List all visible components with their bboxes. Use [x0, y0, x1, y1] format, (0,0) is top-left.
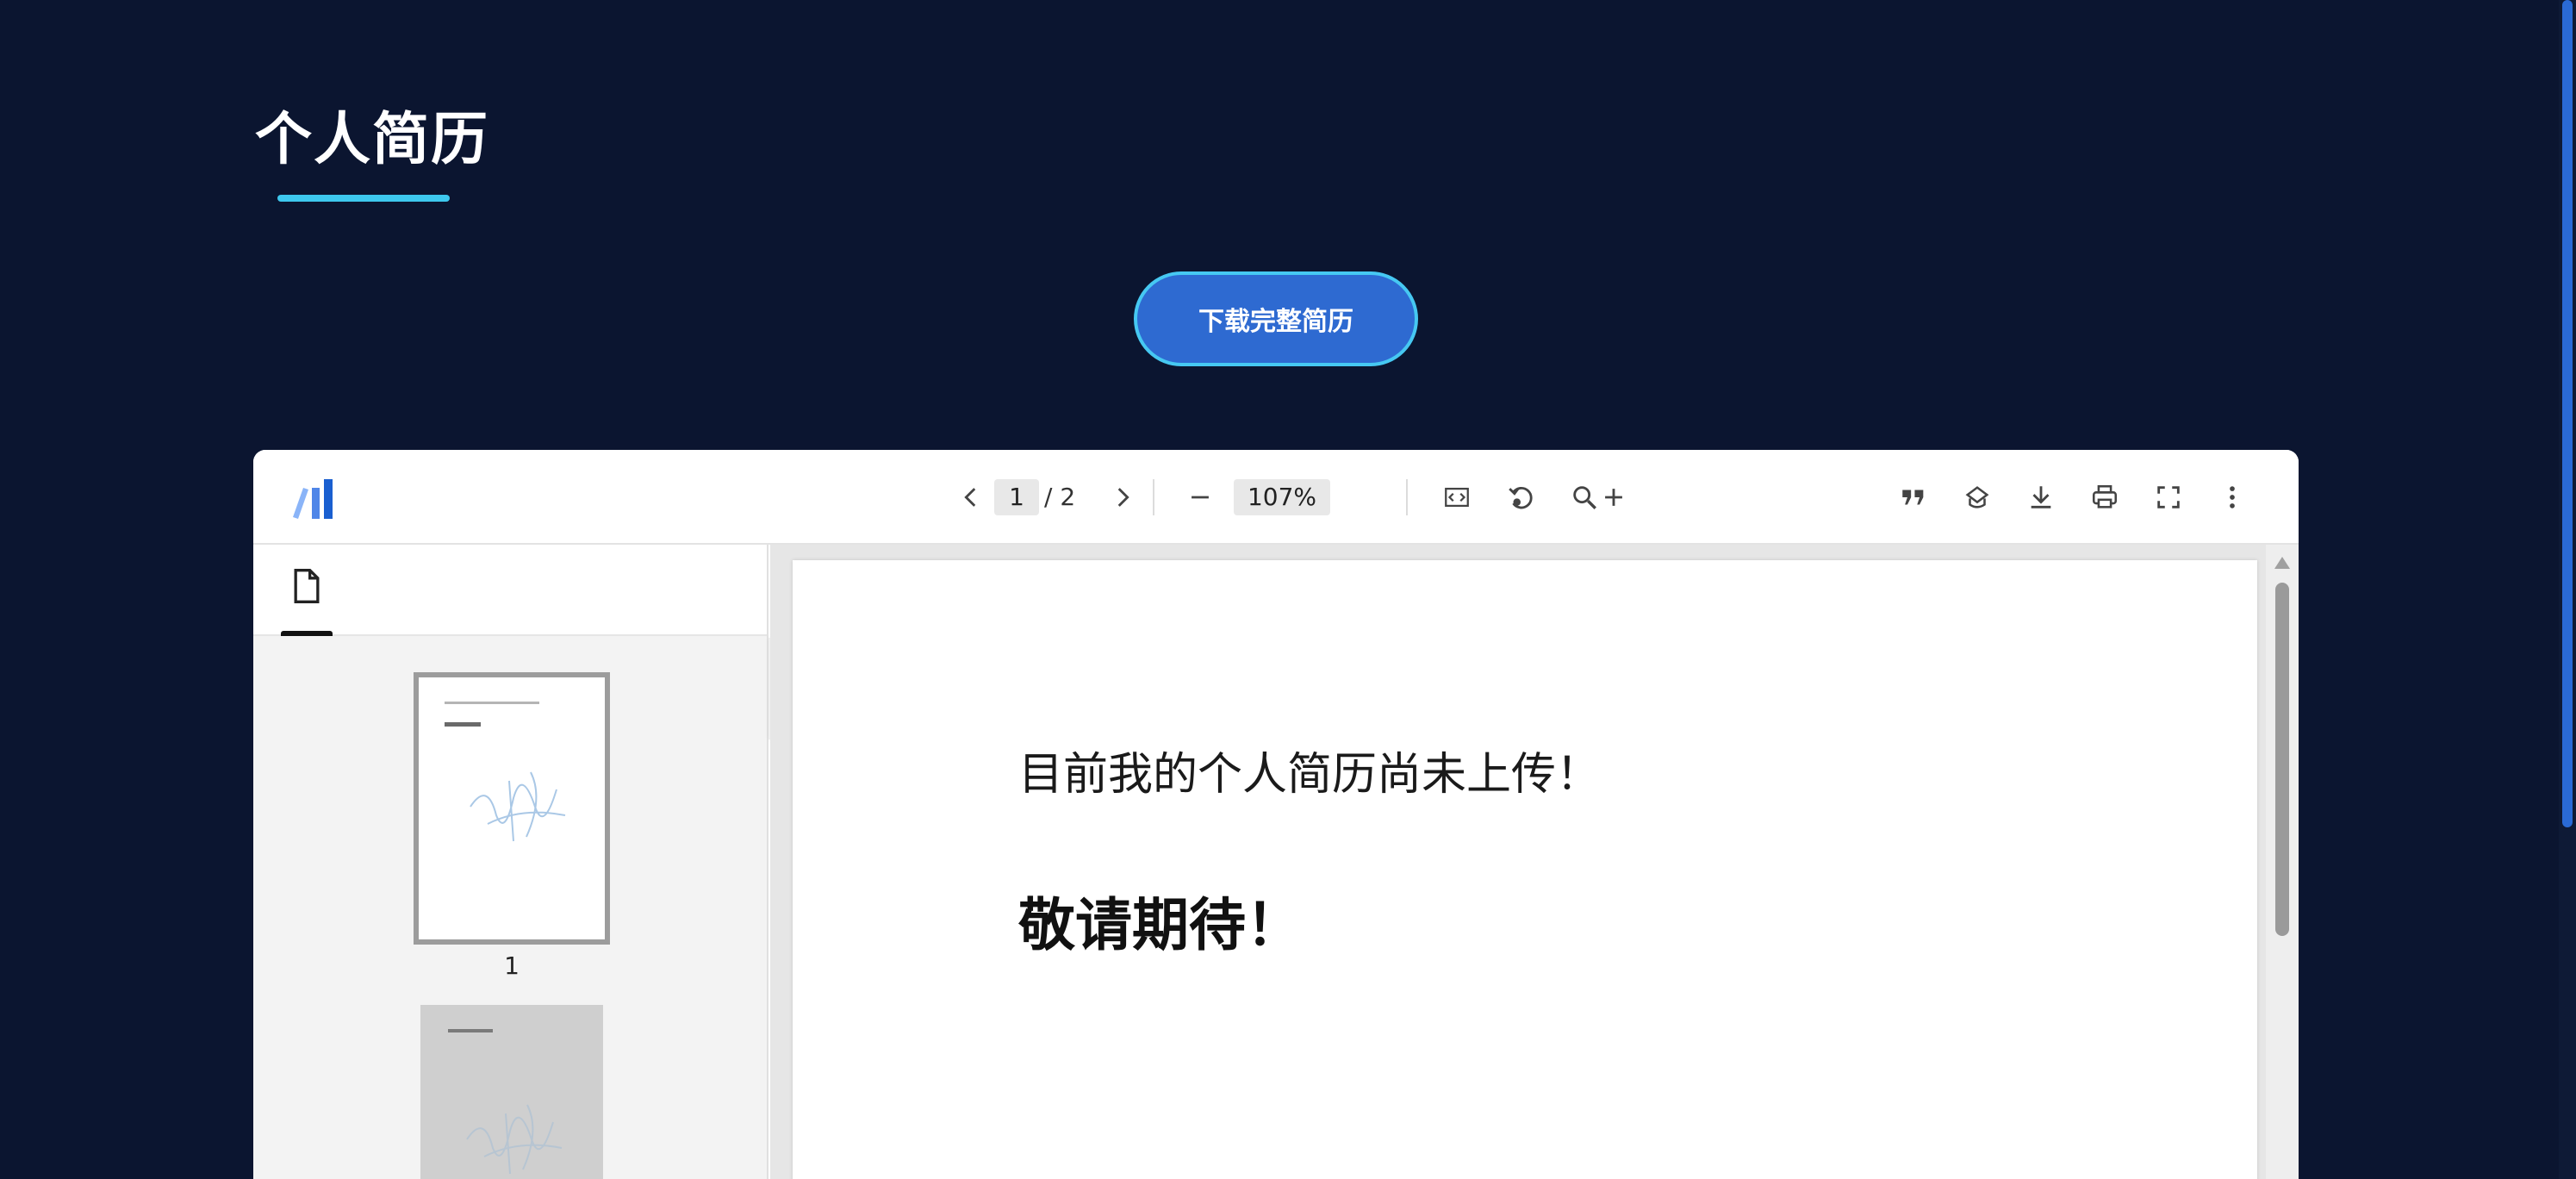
- fit-width-button[interactable]: [1435, 476, 1478, 519]
- toolbar-divider: [1406, 479, 1408, 515]
- scroll-up-arrow-icon[interactable]: [2274, 557, 2290, 569]
- app-logo-icon: [293, 479, 333, 519]
- page-scrollbar-thumb[interactable]: [2562, 0, 2573, 827]
- thumbnail-page-number: 1: [504, 951, 520, 980]
- search-icon: [1573, 486, 1596, 509]
- chevron-left-icon: [964, 488, 976, 507]
- document-scrollbar[interactable]: [2266, 545, 2299, 1179]
- fullscreen-button[interactable]: [2147, 476, 2190, 519]
- toolbar-divider: [1153, 479, 1154, 515]
- thumbnail-text: [445, 722, 481, 727]
- quote-icon: [1902, 490, 1924, 505]
- pdf-viewer: 1 / 2 107% 1 目前我的个人简历尚未上传！ 敬请期待！: [253, 450, 2299, 1179]
- viewer-toolbar: 1 / 2 107%: [253, 450, 2299, 545]
- thumbnail-sidebar: 1: [253, 545, 768, 1179]
- download-button[interactable]: [2019, 476, 2063, 519]
- rotate-icon: [1509, 486, 1533, 509]
- document-scrollbar-thumb[interactable]: [2275, 583, 2289, 936]
- search-button[interactable]: [1563, 476, 1606, 519]
- signature-scribble: [470, 771, 566, 842]
- more-vertical-icon: [2230, 486, 2235, 508]
- active-tab-indicator: [281, 631, 333, 636]
- resume-page: 个人简历 下载完整简历 1 / 2 107% 1 目前我的个人简历尚未上传！ 敬…: [0, 0, 2576, 1179]
- next-page-button[interactable]: [1101, 476, 1144, 519]
- zoom-out-button[interactable]: [1179, 476, 1222, 519]
- highlighter-icon: [1965, 486, 1989, 508]
- page-thumbnail-1[interactable]: [414, 672, 610, 945]
- minus-icon: [1192, 496, 1209, 499]
- download-icon: [2031, 486, 2051, 508]
- thumbnail-text: [445, 702, 539, 704]
- print-button[interactable]: [2083, 476, 2126, 519]
- page-total: / 2: [1044, 483, 1076, 511]
- document-page: 目前我的个人简历尚未上传！ 敬请期待！: [793, 560, 2257, 1179]
- page-thumbnail-2[interactable]: [420, 1005, 603, 1179]
- document-area: 目前我的个人简历尚未上传！ 敬请期待！: [770, 545, 2299, 1179]
- document-icon: [294, 569, 320, 603]
- document-line-1: 目前我的个人简历尚未上传！: [1018, 749, 1602, 801]
- annotate-button[interactable]: [1956, 476, 1999, 519]
- sidebar-tabs: [253, 545, 767, 636]
- page-number-input[interactable]: 1: [994, 479, 1039, 515]
- rotate-button[interactable]: [1499, 476, 1542, 519]
- print-icon: [2092, 484, 2118, 508]
- title-underline: [277, 195, 450, 202]
- tab-thumbnails[interactable]: [281, 567, 333, 636]
- document-line-2: 敬请期待！: [1018, 891, 1303, 958]
- page-scrollbar[interactable]: [2559, 0, 2576, 1179]
- download-resume-button[interactable]: 下载完整简历: [1134, 271, 1418, 366]
- more-options-button[interactable]: [2211, 476, 2254, 519]
- signature-scribble: [466, 1104, 563, 1175]
- chevron-right-icon: [1117, 488, 1129, 507]
- fullscreen-icon: [2157, 486, 2180, 508]
- fit-width-icon: [1445, 487, 1469, 508]
- page-title: 个人简历: [255, 106, 489, 172]
- thumbnail-text: [448, 1029, 493, 1032]
- quote-button[interactable]: [1892, 476, 1935, 519]
- prev-page-button[interactable]: [949, 476, 992, 519]
- zoom-level-input[interactable]: 107%: [1234, 479, 1330, 515]
